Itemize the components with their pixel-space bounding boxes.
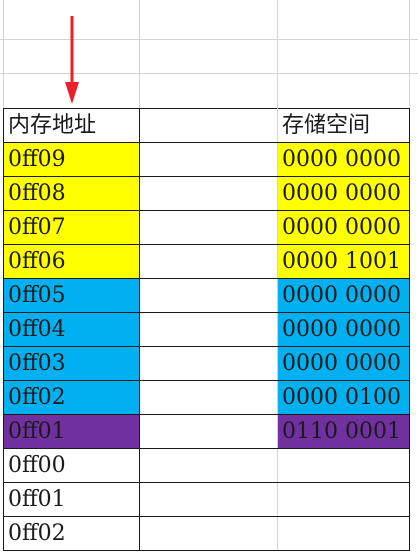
storage-cell[interactable]: 0000 1001 bbox=[277, 244, 410, 279]
gridline bbox=[409, 0, 410, 108]
storage-cell[interactable]: 0000 0000 bbox=[277, 142, 410, 177]
table-row: 0ff03 0000 0000 bbox=[3, 346, 410, 381]
spreadsheet-canvas: 内存地址 存储空间 0ff09 0000 0000 0ff08 0000 0000 0f… bbox=[0, 0, 418, 553]
address-cell[interactable]: 0ff04 bbox=[3, 312, 140, 347]
storage-cell[interactable]: 0000 0000 bbox=[277, 312, 410, 347]
empty-cell[interactable] bbox=[139, 482, 278, 517]
table-row: 0ff05 0000 0000 bbox=[3, 278, 410, 313]
gridline bbox=[139, 0, 140, 108]
empty-cell[interactable] bbox=[139, 142, 278, 177]
memory-table: 内存地址 存储空间 0ff09 0000 0000 0ff08 0000 0000 0f… bbox=[3, 108, 410, 551]
address-header[interactable]: 内存地址 bbox=[3, 108, 140, 143]
gridline bbox=[0, 39, 418, 40]
table-row: 0ff01 bbox=[3, 482, 410, 517]
header-row: 内存地址 存储空间 bbox=[3, 108, 410, 143]
table-row: 0ff08 0000 0000 bbox=[3, 176, 410, 211]
table-row: 0ff09 0000 0000 bbox=[3, 142, 410, 177]
address-cell[interactable]: 0ff02 bbox=[3, 516, 140, 551]
table-row: 0ff06 0000 1001 bbox=[3, 244, 410, 279]
storage-cell[interactable]: 0000 0000 bbox=[277, 176, 410, 211]
empty-cell[interactable] bbox=[139, 244, 278, 279]
storage-cell[interactable]: 0000 0100 bbox=[277, 380, 410, 415]
storage-cell[interactable]: 0000 0000 bbox=[277, 346, 410, 381]
storage-header[interactable]: 存储空间 bbox=[277, 108, 410, 143]
table-row: 0ff02 bbox=[3, 516, 410, 551]
gridline bbox=[0, 73, 418, 74]
address-cell[interactable]: 0ff01 bbox=[3, 482, 140, 517]
storage-cell[interactable] bbox=[277, 516, 410, 551]
address-cell[interactable]: 0ff01 bbox=[3, 414, 140, 449]
storage-cell[interactable]: 0000 0000 bbox=[277, 278, 410, 313]
empty-cell[interactable] bbox=[139, 516, 278, 551]
storage-cell[interactable] bbox=[277, 482, 410, 517]
table-row: 0ff04 0000 0000 bbox=[3, 312, 410, 347]
storage-cell[interactable]: 0110 0001 bbox=[277, 414, 410, 449]
address-cell[interactable]: 0ff07 bbox=[3, 210, 140, 245]
address-cell[interactable]: 0ff00 bbox=[3, 448, 140, 483]
empty-cell[interactable] bbox=[139, 210, 278, 245]
address-cell[interactable]: 0ff09 bbox=[3, 142, 140, 177]
address-cell[interactable]: 0ff03 bbox=[3, 346, 140, 381]
empty-cell[interactable] bbox=[139, 448, 278, 483]
empty-cell[interactable] bbox=[139, 312, 278, 347]
storage-cell[interactable] bbox=[277, 448, 410, 483]
empty-cell[interactable] bbox=[139, 380, 278, 415]
address-cell[interactable]: 0ff05 bbox=[3, 278, 140, 313]
address-cell[interactable]: 0ff02 bbox=[3, 380, 140, 415]
table-row: 0ff02 0000 0100 bbox=[3, 380, 410, 415]
gridline bbox=[277, 0, 278, 108]
address-cell[interactable]: 0ff08 bbox=[3, 176, 140, 211]
table-row: 0ff07 0000 0000 bbox=[3, 210, 410, 245]
empty-cell[interactable] bbox=[139, 176, 278, 211]
empty-cell[interactable] bbox=[139, 346, 278, 381]
table-row: 0ff01 0110 0001 bbox=[3, 414, 410, 449]
table-row: 0ff00 bbox=[3, 448, 410, 483]
address-cell[interactable]: 0ff06 bbox=[3, 244, 140, 279]
storage-cell[interactable]: 0000 0000 bbox=[277, 210, 410, 245]
gridline bbox=[3, 0, 4, 108]
empty-cell[interactable] bbox=[139, 108, 278, 143]
empty-cell[interactable] bbox=[139, 278, 278, 313]
down-arrow-icon bbox=[65, 16, 79, 104]
empty-cell[interactable] bbox=[139, 414, 278, 449]
